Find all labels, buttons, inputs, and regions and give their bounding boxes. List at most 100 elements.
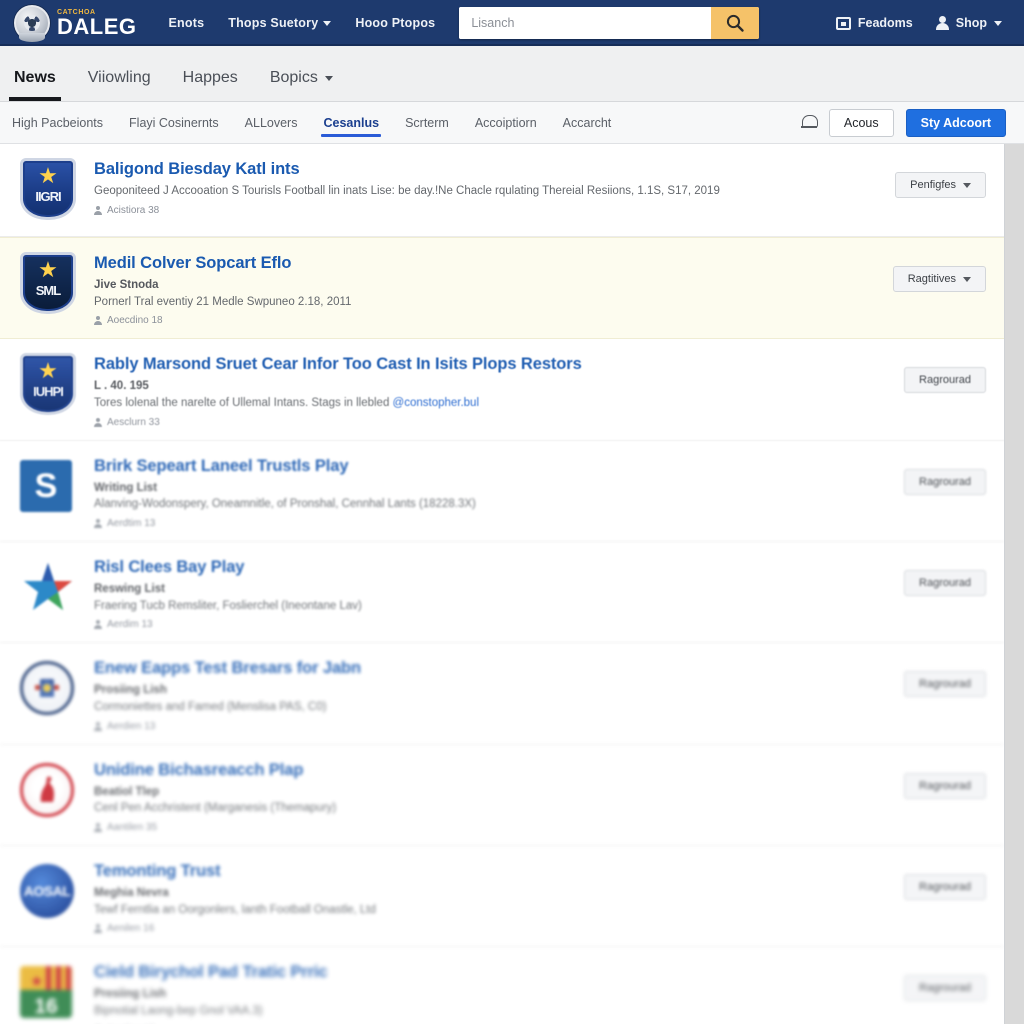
search-input[interactable] <box>459 7 712 39</box>
person-icon <box>94 924 102 934</box>
nav-link-label: Thops Suetory <box>228 16 319 30</box>
sty-adcoort-button[interactable]: Sty Adcoort <box>905 108 1006 137</box>
user-icon <box>935 16 949 30</box>
search-button[interactable] <box>711 7 760 39</box>
shield-dark-icon: SML <box>20 252 76 314</box>
nav-link-enots[interactable]: Enots <box>169 16 205 30</box>
row-title[interactable]: Risl Clees Bay Play <box>94 558 904 577</box>
row-description: Alanving-Wodonspery, Oneamnitle, of Pron… <box>94 498 476 511</box>
row-action-button[interactable]: Ragrourad <box>904 671 986 698</box>
row-action-button[interactable]: Penfigfes <box>895 172 986 198</box>
rampant-lion-icon <box>40 776 55 802</box>
row-meta: Aoecdino 18 <box>94 315 893 326</box>
table-row[interactable]: ★ 16 Cield Birychol Pad Tratic Prric Pre… <box>0 947 1004 1024</box>
row-action: Ragrourad <box>904 657 992 698</box>
top-navigation-bar: CATCHOA DALEG Enots Thops Suetory Hooo P… <box>0 0 1024 46</box>
row-meta-label: Aoecdino 18 <box>107 315 163 327</box>
nav-link-label: Enots <box>168 16 205 30</box>
row-meta-label: Aerdien 13 <box>107 720 156 732</box>
row-action: Ragrourad <box>904 860 992 900</box>
tab-viiowling[interactable]: Viiowling <box>86 69 153 101</box>
bell-icon[interactable] <box>800 114 818 131</box>
subtab-accoiptiorn[interactable]: Accoiptiorn <box>475 104 537 141</box>
row-action-button[interactable]: Ragrourad <box>904 873 986 900</box>
table-row[interactable]: Enew Eapps Test Bresars for Jabn Prosiin… <box>0 643 1004 745</box>
table-row[interactable]: Unidine Bichasreacch Plap Beatiol Tlep C… <box>0 745 1004 846</box>
top-nav-right-group: Feadoms Shop <box>835 16 1010 30</box>
person-icon <box>94 620 102 630</box>
row-title[interactable]: Unidine Bichasreacch Plap <box>94 761 904 780</box>
crest-monogram: IUHPI <box>33 384 64 400</box>
tab-happes[interactable]: Happes <box>181 69 240 101</box>
row-action-label: Ragrourad <box>919 576 971 589</box>
row-action-button[interactable]: Ragrourad <box>904 975 986 1002</box>
row-logo <box>20 657 76 719</box>
table-row[interactable]: SML Medil Colver Sopcart Eflo Jive Stnod… <box>0 237 1004 340</box>
tab-label: Viiowling <box>87 69 151 86</box>
nav-link-hooo-ptopos[interactable]: Hooo Ptopos <box>355 16 435 30</box>
subtab-label: ALLovers <box>244 116 298 130</box>
person-icon <box>94 518 102 528</box>
nav-item-shop[interactable]: Shop <box>935 16 1002 30</box>
subtab-high-pacbeionts[interactable]: High Pacbeionts <box>12 104 103 141</box>
table-row[interactable]: S Brirk Sepeart Laneel Trustls Play Writ… <box>0 441 1004 542</box>
row-meta-label: Aerdim 13 <box>107 619 153 631</box>
row-logo: IUHPI <box>20 353 76 416</box>
row-title[interactable]: Enew Eapps Test Bresars for Jabn <box>94 659 904 678</box>
row-title[interactable]: Temonting Trust <box>94 862 904 881</box>
row-title[interactable]: Rably Marsond Sruet Cear Infor Too Cast … <box>94 355 904 374</box>
nav-item-label: Feadoms <box>857 16 913 30</box>
subtab-scrterm[interactable]: Scrterm <box>405 104 449 141</box>
row-action-button[interactable]: Ragrourad <box>904 772 986 799</box>
subtab-label: Flayi Cosinernts <box>129 116 219 130</box>
row-logo: IIGRI <box>20 158 76 220</box>
person-icon <box>94 316 102 326</box>
row-subtitle: Jive Stnoda <box>94 278 159 291</box>
row-action-label: Ragrourad <box>919 779 971 792</box>
row-description: Cenl Pen Acchristent (Marganesis (Themap… <box>94 802 337 815</box>
row-description: Pornerl Tral eventiy 21 Medle Swpuneo 2.… <box>94 295 352 308</box>
table-row[interactable]: IIGRI Baligond Biesday Katl ints Geoponi… <box>0 144 1004 237</box>
row-action-button[interactable]: Ragrourad <box>904 468 986 495</box>
row-logo: AOSAL <box>20 860 76 922</box>
row-meta-label: Aesclurn 33 <box>107 416 160 428</box>
subtab-cesanlus[interactable]: Cesanlus <box>321 104 381 141</box>
row-mention-link[interactable]: @constopher.bul <box>393 397 479 409</box>
crest-emblem-icon <box>35 679 59 698</box>
circle-logo-text: AOSAL <box>23 882 71 899</box>
nav-item-feadoms[interactable]: Feadoms <box>835 16 913 30</box>
row-action-button[interactable]: Ragrourad <box>904 569 986 596</box>
row-description: Tores lolenal the narelte of Ullemal Int… <box>94 395 904 412</box>
row-title[interactable]: Brirk Sepeart Laneel Trustls Play <box>94 457 904 476</box>
row-meta: Aerdim 13 <box>94 619 904 630</box>
row-action: Ragrourad <box>904 556 992 596</box>
brand-name: DALEG <box>57 13 137 39</box>
chevron-down-icon <box>963 182 971 188</box>
nav-link-label: Hooo Ptopos <box>355 16 436 30</box>
subtab-accarcht[interactable]: Accarcht <box>563 104 612 141</box>
tab-news[interactable]: News <box>9 69 61 101</box>
nav-link-thops-suetory[interactable]: Thops Suetory <box>228 16 332 30</box>
results-list: IIGRI Baligond Biesday Katl ints Geoponi… <box>0 144 1005 1024</box>
table-row[interactable]: AOSAL Temonting Trust Meghia Nevra Tewf … <box>0 846 1004 948</box>
star-icon: ★ <box>30 973 44 991</box>
row-title[interactable]: Cield Birychol Pad Tratic Prric <box>94 963 904 982</box>
acous-button[interactable]: Acous <box>828 108 894 137</box>
subtab-flayi-cosinernts[interactable]: Flayi Cosinernts <box>129 104 219 141</box>
row-subtitle: Prosiing Lish <box>94 684 167 697</box>
crest-monogram: SML <box>35 283 61 298</box>
table-row[interactable]: IUHPI Rably Marsond Sruet Cear Infor Too… <box>0 339 1004 441</box>
row-title[interactable]: Baligond Biesday Katl ints <box>94 160 895 179</box>
brand-logo[interactable]: CATCHOA DALEG <box>14 5 137 42</box>
table-row[interactable]: Risl Clees Bay Play Reswing List Fraerin… <box>0 542 1004 644</box>
tab-bopics[interactable]: Bopics <box>268 69 335 101</box>
row-meta-label: Aenilen 16 <box>107 923 155 935</box>
subtab-label: Scrterm <box>405 116 449 130</box>
subtab-allovers[interactable]: ALLovers <box>245 104 298 141</box>
row-action: Penfigfes <box>895 158 992 198</box>
row-action-button[interactable]: Ragtitives <box>892 266 986 292</box>
square-s-icon: S <box>20 459 72 512</box>
row-action-button[interactable]: Ragrourad <box>904 367 986 394</box>
row-title[interactable]: Medil Colver Sopcart Eflo <box>94 254 893 273</box>
row-action-label: Penfigfes <box>910 179 956 191</box>
